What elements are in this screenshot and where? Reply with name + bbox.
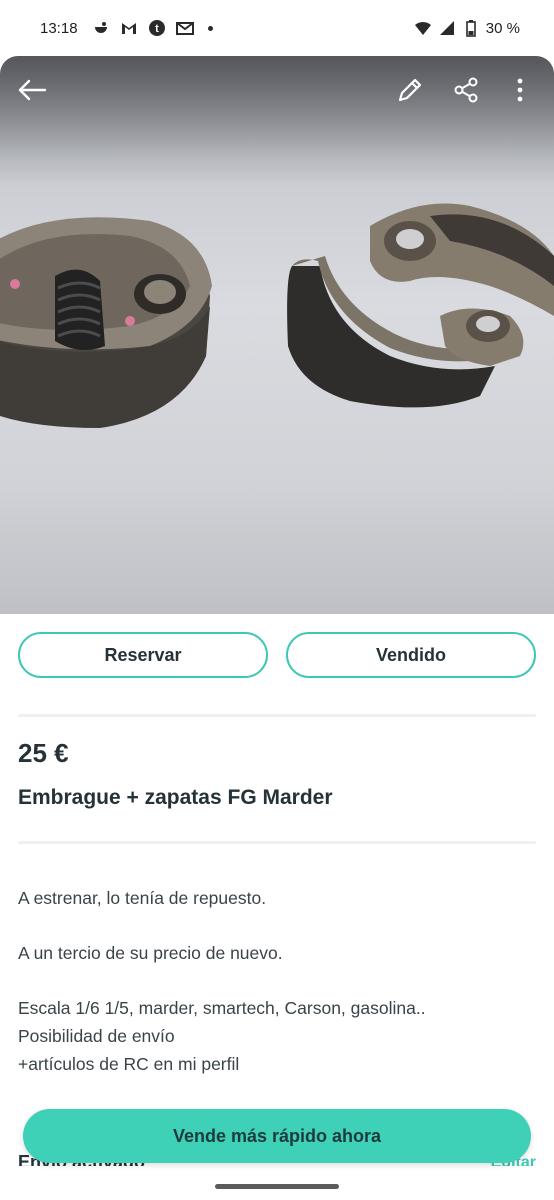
signal-icon bbox=[438, 19, 456, 37]
sold-button[interactable]: Vendido bbox=[286, 632, 536, 678]
more-vertical-icon bbox=[517, 78, 523, 102]
bottom-area bbox=[0, 1166, 554, 1200]
share-icon bbox=[454, 77, 478, 103]
more-options-button[interactable] bbox=[500, 70, 540, 110]
divider bbox=[18, 714, 536, 717]
more-notifications-dot bbox=[207, 25, 213, 31]
battery-percent: 30 % bbox=[485, 19, 520, 37]
notification-app-icon bbox=[92, 19, 110, 37]
sell-faster-button[interactable]: Vende más rápido ahora bbox=[23, 1109, 531, 1163]
status-bar: 13:18 t 30 % bbox=[0, 0, 554, 56]
tumblr-icon: t bbox=[148, 19, 166, 37]
status-time: 13:18 bbox=[40, 19, 78, 37]
listing-description: A estrenar, lo tenía de repuesto. A un t… bbox=[18, 884, 536, 1078]
arrow-left-icon bbox=[18, 79, 47, 101]
listing-price: 25 € bbox=[18, 738, 69, 768]
product-photo[interactable] bbox=[0, 56, 554, 614]
description-paragraph: Escala 1/6 1/5, marder, smartech, Carson… bbox=[18, 998, 426, 1074]
wifi-icon bbox=[414, 19, 432, 37]
listing-title: Embrague + zapatas FG Marder bbox=[18, 786, 333, 809]
gmail-icon bbox=[120, 19, 138, 37]
listing-actions: Reservar Vendido bbox=[18, 632, 536, 678]
status-left: 13:18 t bbox=[40, 19, 213, 37]
description-paragraph: A un tercio de su precio de nuevo. bbox=[18, 943, 283, 963]
description-paragraph: A estrenar, lo tenía de repuesto. bbox=[18, 888, 267, 908]
battery-icon bbox=[462, 19, 480, 37]
svg-text:t: t bbox=[155, 23, 159, 35]
gesture-navigation-bar[interactable] bbox=[215, 1184, 339, 1189]
pencil-icon bbox=[398, 78, 422, 102]
reserve-button[interactable]: Reservar bbox=[18, 632, 268, 678]
divider bbox=[18, 841, 536, 844]
mail-app-icon bbox=[175, 19, 194, 37]
edit-button[interactable] bbox=[390, 70, 430, 110]
status-right: 30 % bbox=[414, 19, 520, 37]
share-button[interactable] bbox=[446, 70, 486, 110]
back-button[interactable] bbox=[12, 70, 52, 110]
